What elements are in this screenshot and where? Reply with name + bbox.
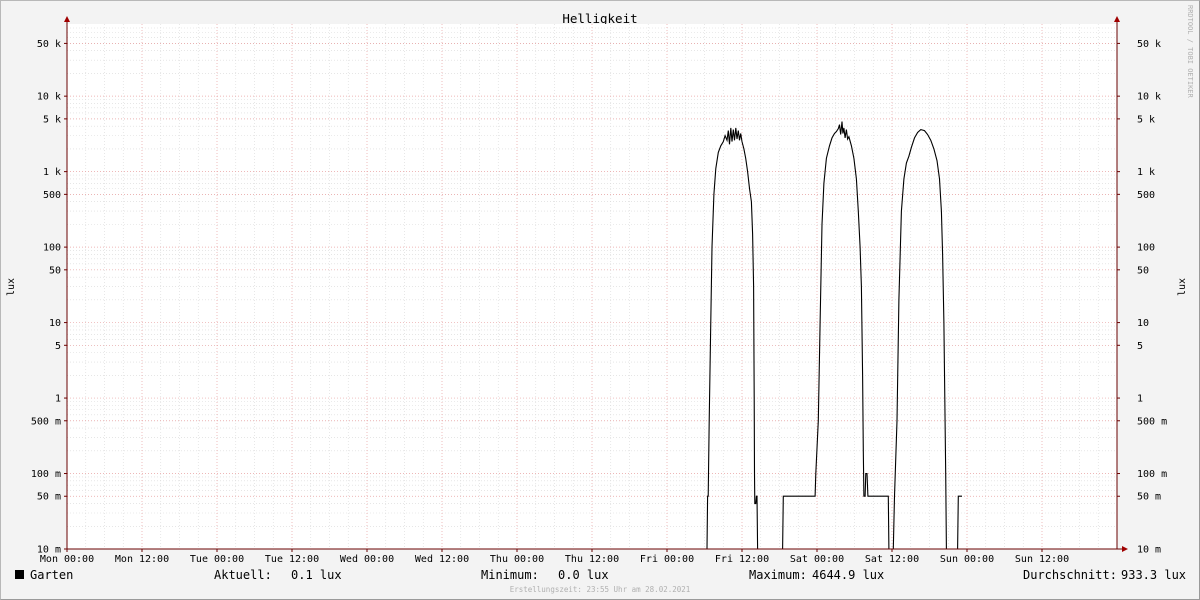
y-tick-label-right: 10: [1137, 318, 1149, 329]
y-tick-label-right: 50 k: [1137, 39, 1161, 50]
current-label: Aktuell:: [214, 568, 272, 582]
y-tick-label-left: 5: [55, 341, 61, 352]
x-tick-label: Tue 00:00: [190, 554, 244, 565]
x-tick-label: Thu 12:00: [565, 554, 619, 565]
x-tick-label: Wed 00:00: [340, 554, 394, 565]
chart-title: Helligkeit: [562, 11, 637, 26]
minimum-value: 0.0 lux: [558, 568, 609, 582]
y-tick-label-right: 10 m: [1137, 545, 1161, 556]
y-tick-label-right: 100: [1137, 243, 1155, 254]
plot-area: 50 k 50 k 10 k 10 k 5 k 5 k 1 k 1 k 500 500 100 100…: [31, 16, 1167, 565]
y-tick-label-left: 5 k: [43, 114, 61, 125]
average-value: 933.3 lux: [1121, 568, 1186, 582]
y-tick-label-right: 100 m: [1137, 469, 1167, 480]
y-tick-label-right: 1 k: [1137, 167, 1155, 178]
x-tick-label: Sat 00:00: [790, 554, 844, 565]
y-tick-label-left: 1: [55, 394, 61, 405]
y-axis-label-right: lux: [1177, 278, 1188, 296]
x-tick-label: Wed 12:00: [415, 554, 469, 565]
y-tick-label-left: 500: [43, 190, 61, 201]
footer-timestamp: Erstellungszeit: 23:55 Uhr am 28.02.2021: [510, 585, 691, 594]
y-tick-label-left: 10 k: [37, 92, 61, 103]
x-tick-label: Sat 12:00: [865, 554, 919, 565]
x-tick-label: Mon 00:00: [40, 554, 94, 565]
y-tick-label-left: 1 k: [43, 167, 61, 178]
legend-swatch: [15, 570, 24, 579]
x-tick-label: Tue 12:00: [265, 554, 319, 565]
y-tick-label-right: 1: [1137, 394, 1143, 405]
x-tick-label: Mon 12:00: [115, 554, 169, 565]
y-tick-label-right: 5 k: [1137, 114, 1155, 125]
y-tick-label-left: 50: [49, 265, 61, 276]
maximum-value: 4644.9 lux: [812, 568, 884, 582]
y-axis-arrow-left: [64, 16, 70, 22]
chart: Helligkeit lux lux RRDTOOL / TOBI OETIKE…: [6, 5, 1194, 594]
current-value: 0.1 lux: [291, 568, 342, 582]
y-tick-label-left: 100: [43, 243, 61, 254]
legend-series-name: Garten: [30, 568, 73, 582]
y-tick-label-right: 10 k: [1137, 92, 1161, 103]
y-tick-label-left: 500 m: [31, 416, 61, 427]
x-tick-label: Fri 12:00: [715, 554, 769, 565]
y-tick-label-left: 10: [49, 318, 61, 329]
x-tick-label: Sun 00:00: [940, 554, 994, 565]
minimum-label: Minimum:: [481, 568, 539, 582]
y-tick-label-left: 50 m: [37, 492, 61, 503]
x-axis-arrow: [1122, 546, 1128, 552]
average-label: Durchschnitt:: [1023, 568, 1117, 582]
x-tick-label: Thu 00:00: [490, 554, 544, 565]
y-tick-label-right: 50 m: [1137, 492, 1161, 503]
watermark: RRDTOOL / TOBI OETIKER: [1186, 5, 1194, 99]
x-tick-label: Sun 12:00: [1015, 554, 1069, 565]
y-tick-label-right: 5: [1137, 341, 1143, 352]
y-tick-label-right: 500: [1137, 190, 1155, 201]
x-tick-label: Fri 00:00: [640, 554, 694, 565]
y-axis-label-left: lux: [6, 278, 17, 296]
y-tick-label-right: 50: [1137, 265, 1149, 276]
y-tick-label-left: 50 k: [37, 39, 61, 50]
y-tick-label-right: 500 m: [1137, 416, 1167, 427]
maximum-label: Maximum:: [749, 568, 807, 582]
y-axis-arrow-right: [1114, 16, 1120, 22]
y-tick-label-left: 100 m: [31, 469, 61, 480]
